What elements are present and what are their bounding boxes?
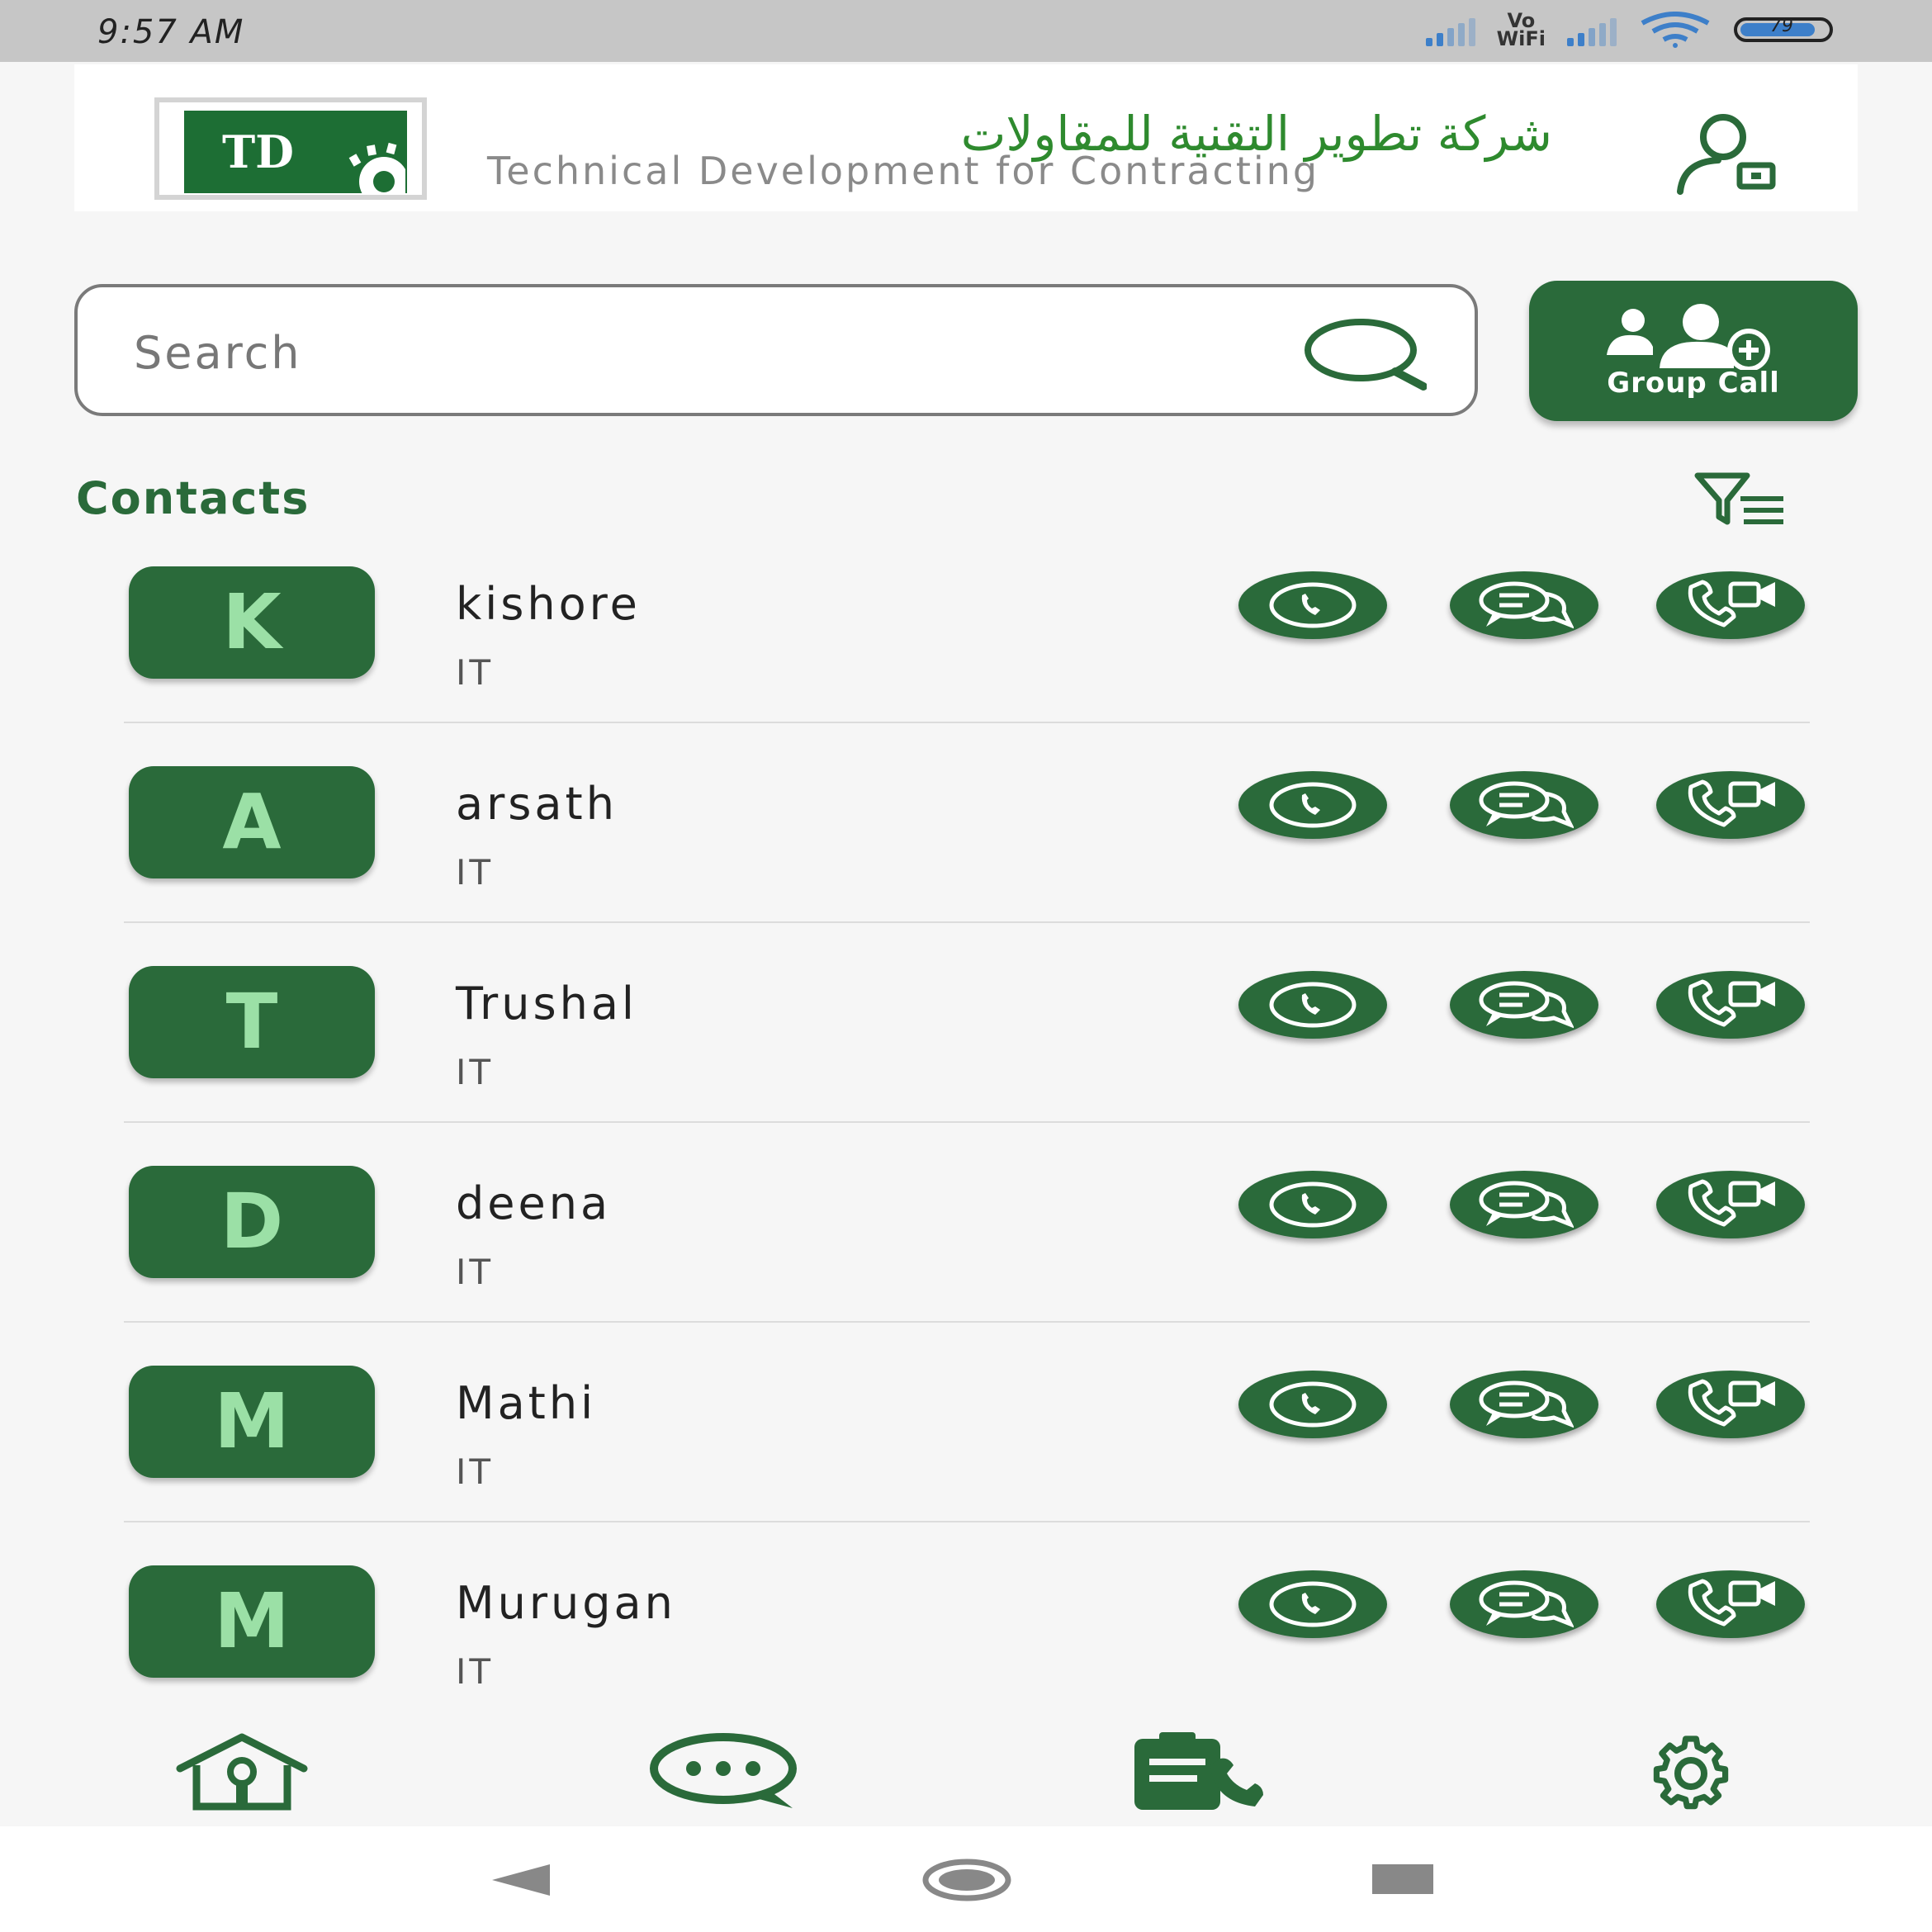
phone-icon [1269, 1181, 1357, 1228]
chat-icon [1479, 1181, 1574, 1229]
back-triangle-icon[interactable] [492, 1863, 553, 1897]
contact-list: K kishore IT A arsath IT T Trushal IT D … [0, 560, 1932, 1759]
chat-icon [1479, 581, 1574, 629]
row-divider [124, 921, 1810, 923]
row-divider [124, 1521, 1810, 1522]
chat-icon [1479, 981, 1574, 1029]
contact-department: IT [456, 652, 495, 693]
status-time: 9:57 AM [97, 13, 245, 51]
row-divider [124, 722, 1810, 723]
video-call-button[interactable] [1656, 971, 1805, 1039]
contact-row[interactable]: A arsath IT [0, 760, 1932, 959]
phone-icon [1269, 1581, 1357, 1627]
logo-text: TD [222, 125, 295, 178]
chat-icon [1479, 781, 1574, 829]
voice-call-button[interactable] [1238, 1371, 1387, 1438]
status-icons: Vo WiFi 79 [1425, 9, 1833, 50]
video-call-button[interactable] [1656, 1171, 1805, 1238]
voice-call-button[interactable] [1238, 1171, 1387, 1238]
chat-button[interactable] [1450, 1371, 1598, 1438]
chat-button[interactable] [1450, 971, 1598, 1039]
contact-avatar: A [129, 766, 375, 878]
signal-strength-icon-2 [1567, 13, 1617, 46]
bottom-navigation [0, 1716, 1932, 1825]
group-call-button[interactable]: Group Call [1529, 281, 1858, 421]
contact-department: IT [456, 1252, 495, 1292]
chat-icon [1479, 1380, 1574, 1428]
home-circle-icon[interactable] [921, 1858, 1012, 1902]
contact-name: arsath [456, 778, 618, 830]
video-call-button[interactable] [1656, 1570, 1805, 1638]
voice-call-button[interactable] [1238, 1570, 1387, 1638]
call-log-icon[interactable] [1131, 1732, 1283, 1811]
wifi-icon [1641, 12, 1710, 48]
row-divider [124, 1121, 1810, 1123]
system-navigation-bar [0, 1826, 1932, 1932]
chat-bubble-icon[interactable] [647, 1732, 799, 1811]
app-header: TD شركة تطوير التقنية للمقاولات Technica… [74, 64, 1858, 211]
battery-icon: 79 [1734, 16, 1833, 42]
company-logo: TD [154, 97, 427, 200]
phone-icon [1269, 1381, 1357, 1428]
video-call-icon [1688, 979, 1775, 1027]
contact-avatar: D [129, 1166, 375, 1278]
video-call-icon [1688, 1379, 1775, 1427]
contact-row[interactable]: K kishore IT [0, 560, 1932, 760]
settings-gear-icon[interactable] [1625, 1732, 1757, 1811]
group-call-label: Group Call [1607, 367, 1780, 400]
contact-name: Mathi [456, 1377, 597, 1429]
contact-avatar: M [129, 1565, 375, 1678]
contact-row[interactable]: D deena IT [0, 1159, 1932, 1359]
contact-department: IT [456, 1451, 495, 1492]
video-call-icon [1688, 779, 1775, 827]
contact-avatar: K [129, 566, 375, 679]
contact-avatar: T [129, 966, 375, 1078]
chat-button[interactable] [1450, 1570, 1598, 1638]
recents-square-icon[interactable] [1372, 1864, 1433, 1894]
filter-icon[interactable] [1694, 471, 1793, 528]
contact-name: deena [456, 1177, 612, 1229]
chat-button[interactable] [1450, 1171, 1598, 1238]
brand-name-english: Technical Development for Contracting [487, 149, 1320, 193]
chat-button[interactable] [1450, 571, 1598, 639]
contact-avatar: M [129, 1366, 375, 1478]
voice-call-button[interactable] [1238, 971, 1387, 1039]
row-divider [124, 1321, 1810, 1323]
contact-name: Trushal [456, 978, 637, 1030]
contact-department: IT [456, 1052, 495, 1092]
search-icon[interactable] [1303, 317, 1427, 391]
video-call-button[interactable] [1656, 1371, 1805, 1438]
group-add-icon [1607, 304, 1770, 370]
phone-icon [1269, 982, 1357, 1028]
user-badge-icon[interactable] [1672, 112, 1779, 195]
video-call-button[interactable] [1656, 771, 1805, 839]
video-call-icon [1688, 1579, 1775, 1627]
contact-row[interactable]: T Trushal IT [0, 959, 1932, 1159]
video-call-icon [1688, 580, 1775, 627]
video-call-icon [1688, 1179, 1775, 1227]
search-input[interactable] [132, 319, 1250, 386]
signal-strength-icon [1425, 13, 1475, 46]
chat-icon [1479, 1580, 1574, 1628]
gear-logo-icon [348, 142, 405, 193]
chat-button[interactable] [1450, 771, 1598, 839]
contact-department: IT [456, 852, 495, 893]
contact-name: Murugan [456, 1577, 676, 1629]
video-call-button[interactable] [1656, 571, 1805, 639]
contacts-heading: Contacts [76, 472, 310, 524]
voice-call-button[interactable] [1238, 771, 1387, 839]
voice-call-button[interactable] [1238, 571, 1387, 639]
contact-name: kishore [456, 578, 641, 630]
contact-row[interactable]: M Mathi IT [0, 1359, 1932, 1559]
status-bar: 9:57 AM Vo WiFi 79 [0, 0, 1932, 62]
contact-department: IT [456, 1651, 495, 1692]
phone-icon [1269, 782, 1357, 828]
phone-icon [1269, 582, 1357, 628]
home-icon[interactable] [172, 1732, 312, 1811]
search-bar [74, 284, 1478, 416]
vowifi-indicator: Vo WiFi [1496, 9, 1546, 50]
